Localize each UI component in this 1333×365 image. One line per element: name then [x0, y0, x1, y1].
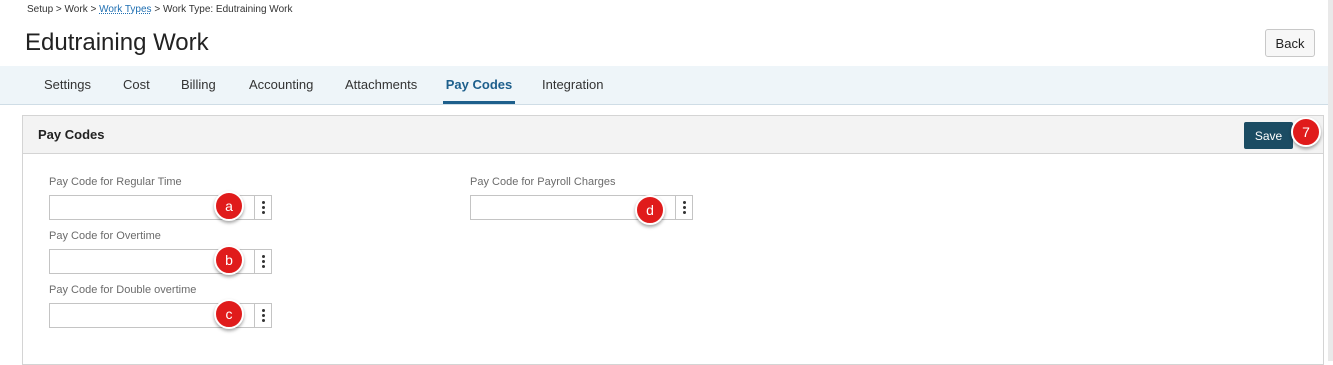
- kebab-menu-icon: [261, 309, 265, 322]
- callout-marker-7: 7: [1291, 117, 1321, 147]
- page-title: Edutraining Work: [25, 29, 209, 56]
- kebab-menu-icon: [261, 201, 265, 214]
- tab-integration[interactable]: Integration: [542, 66, 603, 104]
- breadcrumb-separator: >: [90, 4, 97, 15]
- pay-codes-card: Pay Codes Save Pay Code for Regular Time…: [22, 115, 1324, 365]
- breadcrumb: Setup > Work > Work Types > Work Type: E…: [27, 4, 292, 15]
- callout-marker-c: c: [214, 299, 244, 329]
- kebab-menu-icon: [261, 255, 265, 268]
- tab-bar: Settings Cost Billing Accounting Attachm…: [0, 66, 1333, 105]
- tab-accounting[interactable]: Accounting: [249, 66, 313, 104]
- double-overtime-menu-button[interactable]: [255, 303, 272, 328]
- card-title: Pay Codes: [38, 127, 105, 142]
- tab-attachments[interactable]: Attachments: [345, 66, 417, 104]
- kebab-menu-icon: [682, 201, 686, 214]
- scrollbar-track[interactable]: [1328, 0, 1333, 361]
- callout-marker-a: a: [214, 191, 244, 221]
- back-button[interactable]: Back: [1265, 29, 1315, 57]
- callout-marker-b: b: [214, 245, 244, 275]
- breadcrumb-work-types-link[interactable]: Work Types: [99, 4, 151, 15]
- payroll-charges-label: Pay Code for Payroll Charges: [470, 176, 616, 188]
- save-button[interactable]: Save: [1244, 122, 1293, 149]
- breadcrumb-current: Work Type: Edutraining Work: [162, 4, 293, 15]
- overtime-menu-button[interactable]: [255, 249, 272, 274]
- tab-pay-codes[interactable]: Pay Codes: [443, 66, 515, 104]
- breadcrumb-separator: >: [55, 4, 62, 15]
- overtime-label: Pay Code for Overtime: [49, 230, 161, 242]
- breadcrumb-work[interactable]: Work: [65, 4, 88, 15]
- tab-billing[interactable]: Billing: [181, 66, 216, 104]
- tab-cost[interactable]: Cost: [123, 66, 150, 104]
- regular-time-menu-button[interactable]: [255, 195, 272, 220]
- breadcrumb-separator: >: [154, 4, 161, 15]
- regular-time-label: Pay Code for Regular Time: [49, 176, 182, 188]
- double-overtime-label: Pay Code for Double overtime: [49, 284, 197, 296]
- callout-marker-d: d: [635, 195, 665, 225]
- card-header: Pay Codes Save: [23, 116, 1323, 154]
- payroll-charges-menu-button[interactable]: [676, 195, 693, 220]
- breadcrumb-setup[interactable]: Setup: [27, 4, 53, 15]
- tab-settings[interactable]: Settings: [44, 66, 91, 104]
